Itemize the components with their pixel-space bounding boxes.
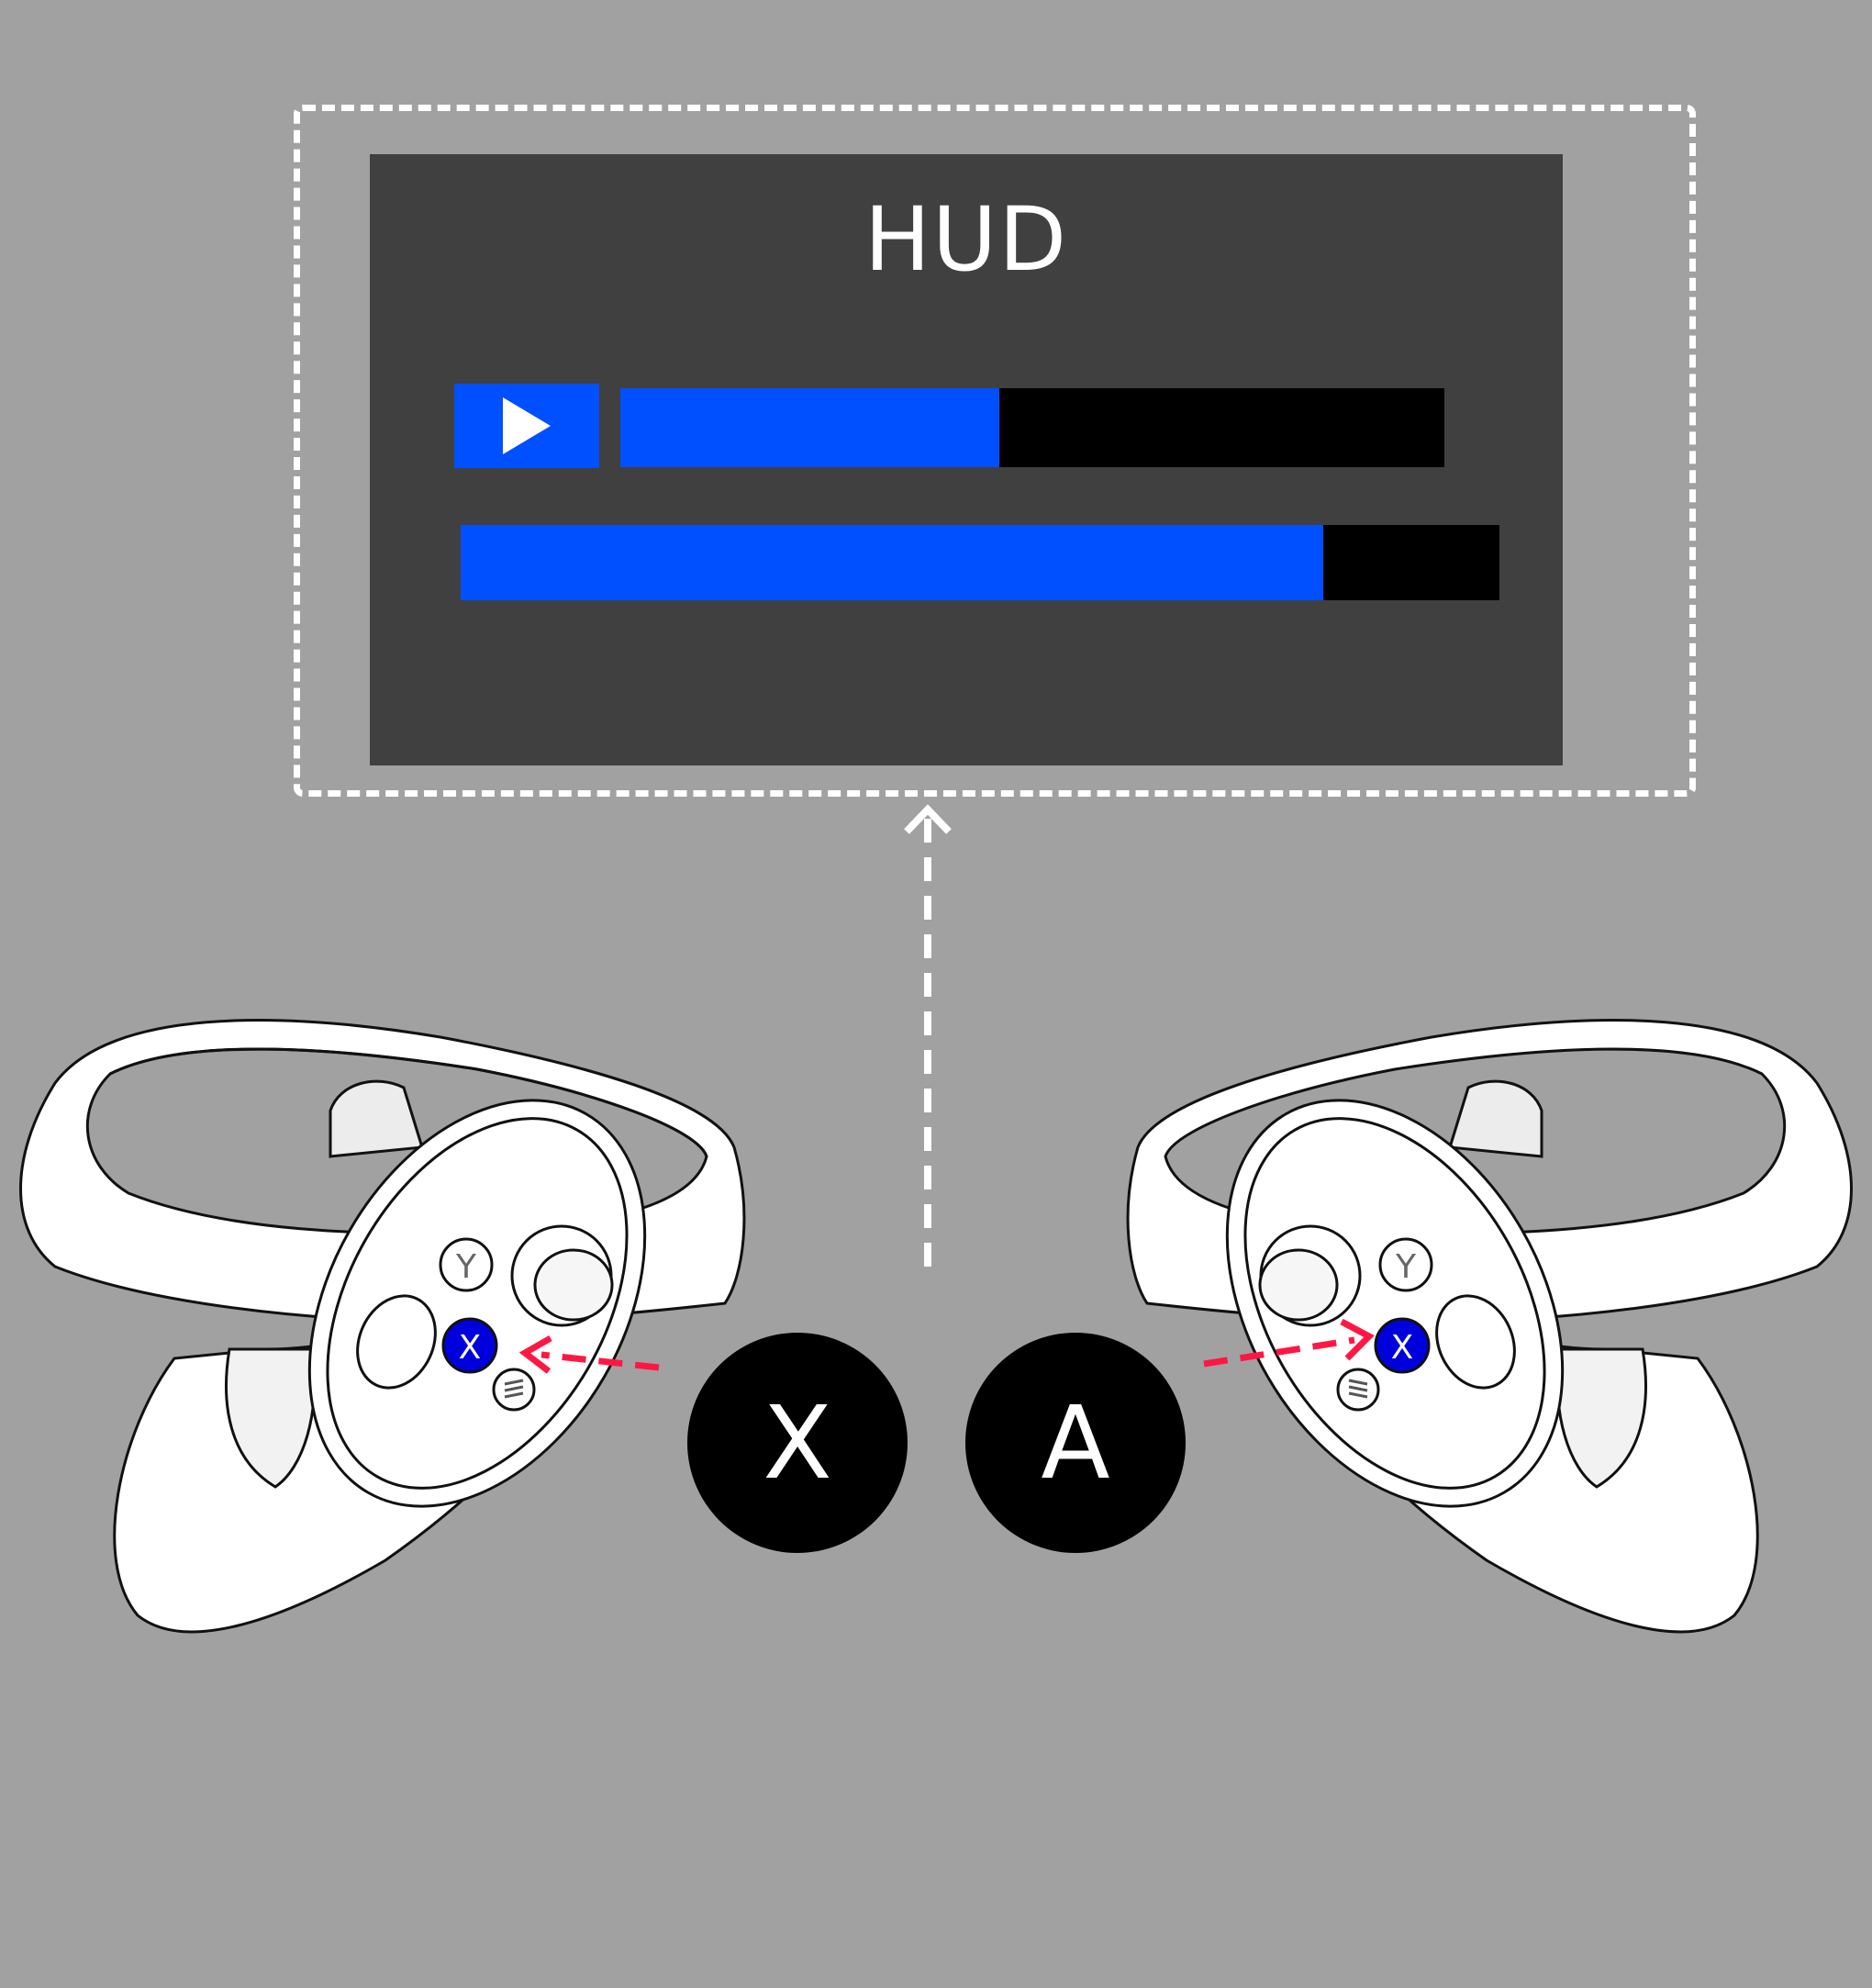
x-button-badge: X <box>687 1333 908 1553</box>
left-controller <box>19 1019 746 1634</box>
right-x-button-label: X <box>1391 1329 1414 1367</box>
a-button-badge: A <box>965 1333 1186 1553</box>
right-controller <box>1126 1019 1853 1634</box>
controller-illustration: Y X Y X <box>19 804 1853 1634</box>
left-y-button-label: Y <box>455 1248 477 1286</box>
left-x-button-label: X <box>459 1329 482 1367</box>
right-y-button-label: Y <box>1395 1248 1417 1286</box>
